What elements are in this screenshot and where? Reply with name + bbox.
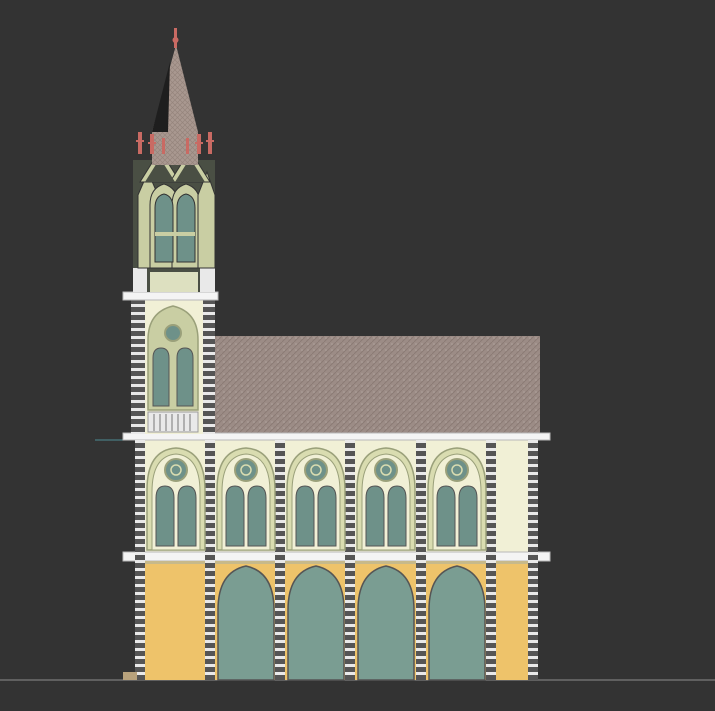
cornice-shadow — [135, 561, 538, 564]
upper-cornice — [122, 432, 551, 441]
middle-cornice — [122, 551, 551, 562]
church-elevation-drawing — [0, 28, 715, 681]
plinth — [123, 672, 137, 680]
belfry — [133, 149, 216, 292]
tower — [122, 291, 219, 434]
lower-arches — [145, 564, 528, 681]
spire — [152, 28, 198, 165]
nave-roof — [215, 336, 540, 434]
upper-windows — [146, 447, 487, 551]
